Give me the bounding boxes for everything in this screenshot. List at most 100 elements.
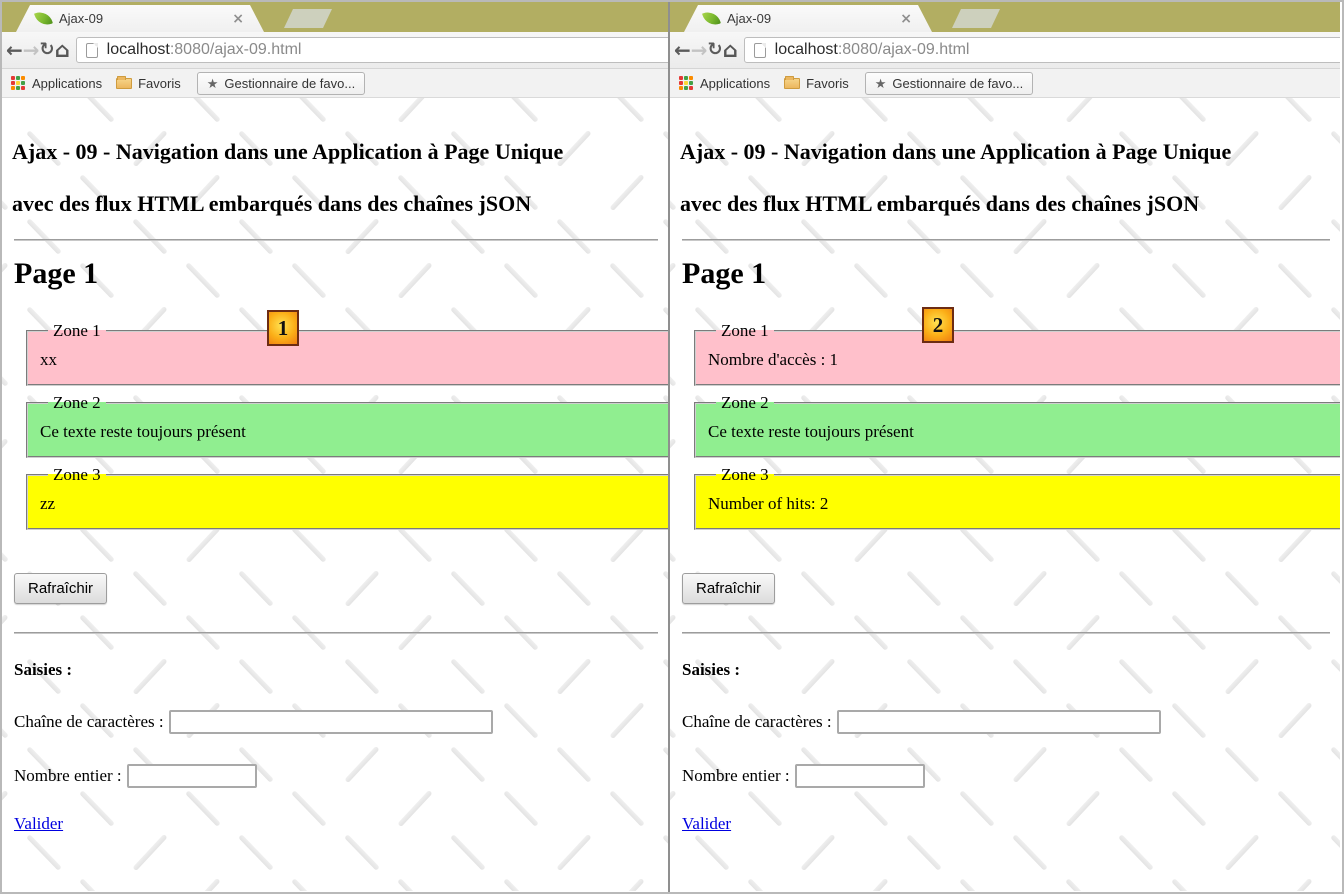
divider-rule-2 [14, 632, 658, 634]
bookmark-applications[interactable]: Applications [32, 76, 102, 91]
string-field-row: Chaîne de caractères : [14, 710, 658, 734]
zone1-legend: Zone 1 [716, 321, 774, 341]
apps-grid-icon [679, 76, 693, 90]
zone3-legend: Zone 3 [48, 465, 106, 485]
refresh-button[interactable]: Rafraîchir [14, 573, 107, 604]
apps-grid-icon [11, 76, 25, 90]
address-bar[interactable]: localhost:8080/ajax-09.html [744, 37, 1340, 63]
number-field-row: Nombre entier : [682, 764, 1330, 788]
browser-window-left: Ajax-09 × ← → ↻ ⌂ localhost:8080/ajax-09… [2, 2, 670, 892]
reload-icon[interactable]: ↻ [708, 41, 723, 59]
leaf-favicon-icon [702, 9, 721, 28]
tab-strip: Ajax-09 × [670, 2, 1340, 32]
bookmark-applications[interactable]: Applications [700, 76, 770, 91]
screenshot-canvas: Ajax-09 × ← → ↻ ⌂ localhost:8080/ajax-09… [0, 0, 1344, 894]
bookmarks-bar: Applications Favoris ★ Gestionnaire de f… [670, 69, 1340, 98]
zone2-legend: Zone 2 [716, 393, 774, 413]
star-icon: ★ [875, 77, 887, 90]
web-page: 2 Ajax - 09 - Navigation dans une Applic… [670, 98, 1340, 891]
url-text: localhost:8080/ajax-09.html [107, 41, 302, 59]
browser-tab[interactable]: Ajax-09 × [684, 5, 932, 32]
url-text: localhost:8080/ajax-09.html [775, 41, 970, 59]
heading-line-2: avec des flux HTML embarqués dans des ch… [12, 178, 658, 230]
star-icon: ★ [207, 77, 219, 90]
valider-link[interactable]: Valider [14, 814, 63, 834]
step-badge: 1 [267, 310, 299, 346]
home-icon[interactable]: ⌂ [723, 40, 738, 61]
section-title: Page 1 [682, 257, 1330, 291]
page-document-icon [86, 43, 98, 58]
number-field-label: Nombre entier : [682, 766, 790, 786]
zone3-legend: Zone 3 [716, 465, 774, 485]
back-icon[interactable]: ← [674, 40, 691, 60]
zone3-text: zz [40, 494, 668, 514]
zone2-legend: Zone 2 [48, 393, 106, 413]
zone1-legend: Zone 1 [48, 321, 106, 341]
url-host: localhost [107, 41, 170, 58]
folder-icon [784, 78, 800, 89]
bookmark-manager-button[interactable]: ★ Gestionnaire de favo... [865, 72, 1033, 95]
divider-rule [682, 239, 1330, 241]
address-bar[interactable]: localhost:8080/ajax-09.html [76, 37, 670, 63]
number-field-row: Nombre entier : [14, 764, 658, 788]
bookmarks-bar: Applications Favoris ★ Gestionnaire de f… [2, 69, 668, 98]
url-path: :8080/ajax-09.html [170, 41, 302, 58]
bookmark-favoris[interactable]: Favoris [806, 76, 849, 91]
string-field-label: Chaîne de caractères : [682, 712, 832, 732]
browser-tab[interactable]: Ajax-09 × [16, 5, 264, 32]
navigation-toolbar: ← → ↻ ⌂ localhost:8080/ajax-09.html [2, 32, 668, 69]
zone2-fieldset: Zone 2 Ce texte reste toujours présent [26, 393, 668, 458]
integer-input[interactable] [795, 764, 925, 788]
folder-icon [116, 78, 132, 89]
home-icon[interactable]: ⌂ [55, 40, 70, 61]
web-page: 1 Ajax - 09 - Navigation dans une Applic… [2, 98, 668, 891]
zone3-fieldset: Zone 3 Number of hits: 2 [694, 465, 1340, 530]
zone1-fieldset: Zone 1 Nombre d'accès : 1 [694, 321, 1340, 386]
bookmark-manager-button[interactable]: ★ Gestionnaire de favo... [197, 72, 365, 95]
number-field-label: Nombre entier : [14, 766, 122, 786]
page-content: Ajax - 09 - Navigation dans une Applicat… [670, 126, 1340, 834]
page-content: Ajax - 09 - Navigation dans une Applicat… [2, 126, 668, 834]
page-document-icon [754, 43, 766, 58]
back-icon[interactable]: ← [6, 40, 23, 60]
bookmark-favoris[interactable]: Favoris [138, 76, 181, 91]
forward-icon[interactable]: → [23, 40, 40, 60]
saisies-label: Saisies : [14, 660, 658, 680]
zone3-text: Number of hits: 2 [708, 494, 1340, 514]
bookmark-manager-label: Gestionnaire de favo... [892, 76, 1023, 91]
new-tab-button[interactable] [952, 9, 1000, 28]
divider-rule [14, 239, 658, 241]
page-heading: Ajax - 09 - Navigation dans une Applicat… [680, 126, 1330, 230]
leaf-favicon-icon [34, 9, 53, 28]
refresh-button[interactable]: Rafraîchir [682, 573, 775, 604]
zone1-fieldset: Zone 1 xx [26, 321, 668, 386]
integer-input[interactable] [127, 764, 257, 788]
tab-strip: Ajax-09 × [2, 2, 668, 32]
string-input[interactable] [169, 710, 493, 734]
tab-close-icon[interactable]: × [232, 11, 244, 27]
step-badge: 2 [922, 307, 954, 343]
string-field-label: Chaîne de caractères : [14, 712, 164, 732]
zone2-fieldset: Zone 2 Ce texte reste toujours présent [694, 393, 1340, 458]
url-path: :8080/ajax-09.html [838, 41, 970, 58]
new-tab-button[interactable] [284, 9, 332, 28]
section-title: Page 1 [14, 257, 658, 291]
zone3-fieldset: Zone 3 zz [26, 465, 668, 530]
string-input[interactable] [837, 710, 1161, 734]
page-heading: Ajax - 09 - Navigation dans une Applicat… [12, 126, 658, 230]
string-field-row: Chaîne de caractères : [682, 710, 1330, 734]
bookmark-manager-label: Gestionnaire de favo... [224, 76, 355, 91]
tab-close-icon[interactable]: × [900, 11, 912, 27]
zone1-text: Nombre d'accès : 1 [708, 350, 1340, 370]
reload-icon[interactable]: ↻ [40, 41, 55, 59]
heading-line-1: Ajax - 09 - Navigation dans une Applicat… [680, 126, 1330, 178]
valider-link[interactable]: Valider [682, 814, 731, 834]
forward-icon[interactable]: → [691, 40, 708, 60]
zone1-text: xx [40, 350, 668, 370]
tab-title: Ajax-09 [727, 11, 771, 26]
heading-line-2: avec des flux HTML embarqués dans des ch… [680, 178, 1330, 230]
zone2-text: Ce texte reste toujours présent [708, 422, 1340, 442]
zone2-text: Ce texte reste toujours présent [40, 422, 668, 442]
url-host: localhost [775, 41, 838, 58]
heading-line-1: Ajax - 09 - Navigation dans une Applicat… [12, 126, 658, 178]
